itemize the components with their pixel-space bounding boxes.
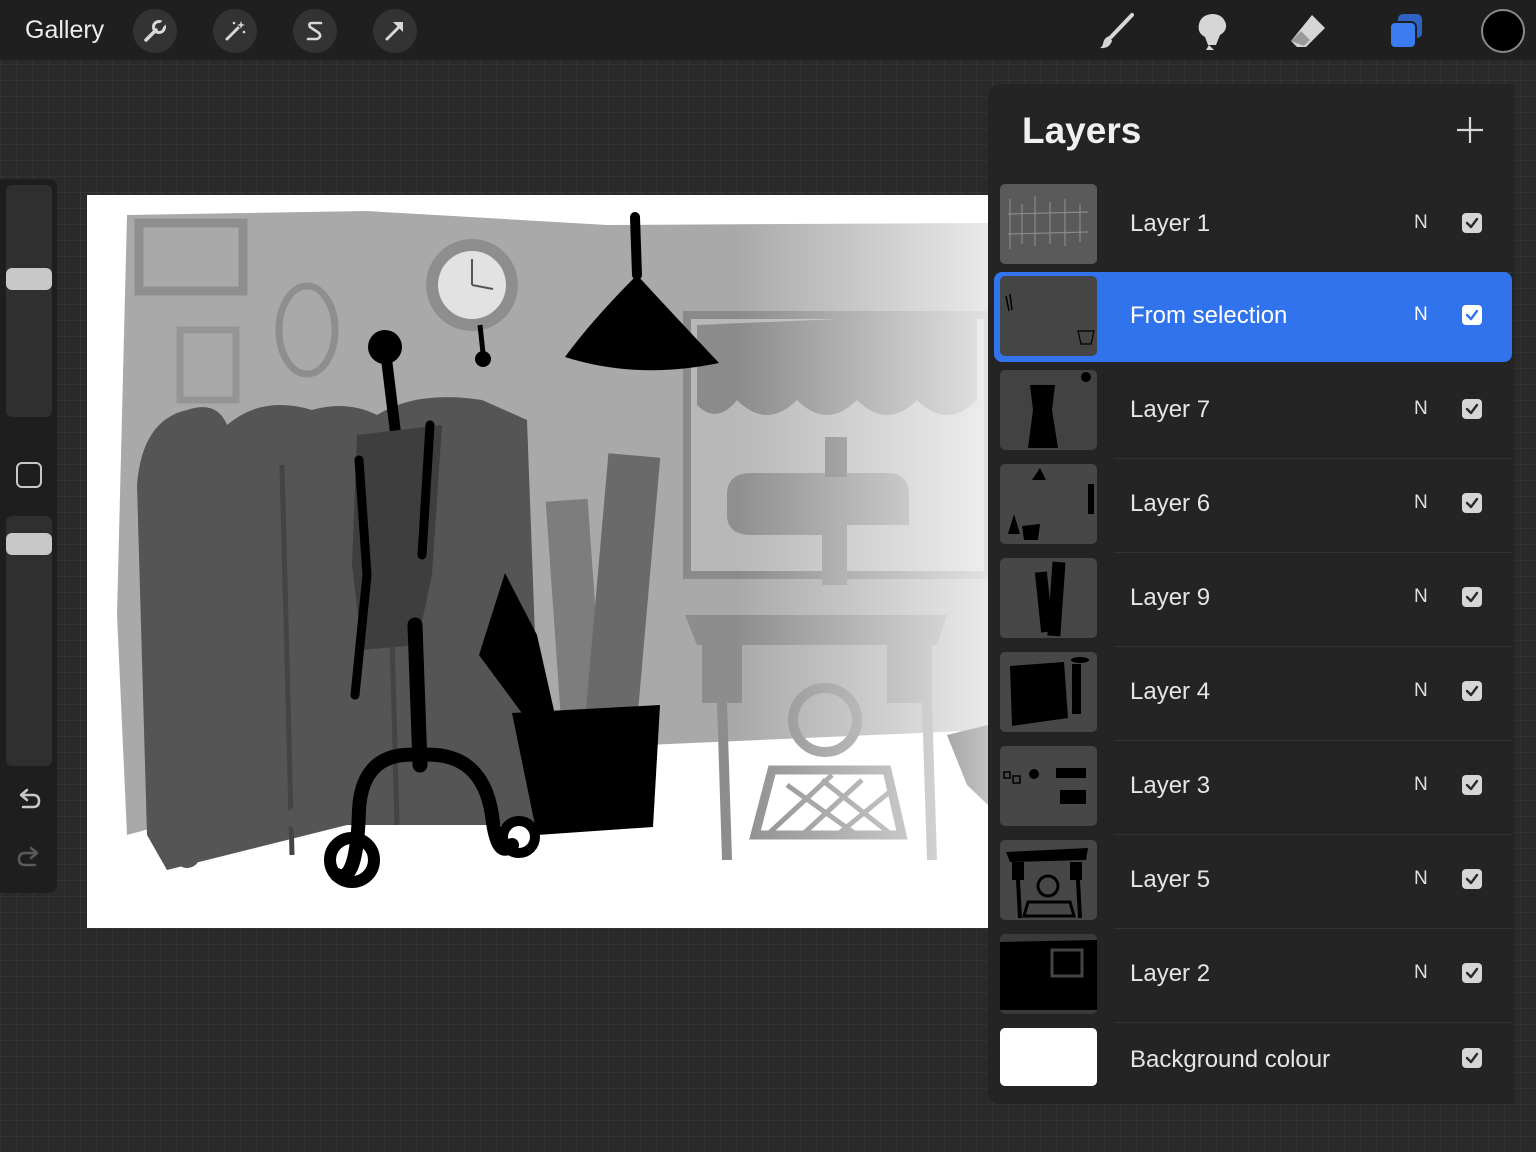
layer-name: Layer 7 (1130, 396, 1211, 423)
visibility-checkbox[interactable] (1462, 305, 1482, 325)
layer-name: Background colour (1130, 1046, 1331, 1073)
magic-wand-icon[interactable] (213, 9, 257, 53)
layer-thumbnail (1000, 746, 1097, 826)
left-sidebar (0, 179, 57, 893)
layer-name: Layer 6 (1130, 490, 1211, 517)
visibility-checkbox[interactable] (1462, 869, 1482, 889)
layer-row[interactable]: Layer 2 N (994, 930, 1512, 1023)
layer-thumbnail (1000, 934, 1097, 1014)
blend-mode[interactable]: N (1414, 868, 1428, 890)
layer-row[interactable]: Layer 4 N (994, 648, 1512, 741)
visibility-checkbox[interactable] (1462, 213, 1482, 233)
wrench-icon[interactable] (133, 9, 177, 53)
blend-mode[interactable]: N (1414, 680, 1428, 702)
visibility-checkbox[interactable] (1462, 493, 1482, 513)
visibility-checkbox[interactable] (1462, 1048, 1482, 1068)
layer-row-selected[interactable]: From selection N (994, 272, 1512, 362)
checkmark-icon (1465, 403, 1479, 415)
selection-s-icon[interactable] (293, 9, 337, 53)
layer-name: Layer 1 (1130, 210, 1211, 237)
layer-row[interactable]: Layer 7 N (994, 366, 1512, 459)
visibility-checkbox[interactable] (1462, 587, 1482, 607)
layer-thumbnail (1000, 558, 1097, 638)
blend-mode[interactable]: N (1414, 398, 1428, 420)
checkmark-icon (1465, 497, 1479, 509)
blend-mode[interactable]: N (1414, 586, 1428, 608)
layers-icon[interactable] (1383, 8, 1429, 54)
layer-row[interactable]: Layer 9 N (994, 554, 1512, 647)
layer-thumbnail (1000, 184, 1097, 264)
checkmark-icon (1465, 779, 1479, 791)
visibility-checkbox[interactable] (1462, 963, 1482, 983)
blend-mode[interactable]: N (1414, 212, 1428, 234)
layer-name: Layer 9 (1130, 584, 1211, 611)
layer-name: Layer 5 (1130, 866, 1211, 893)
checkmark-icon (1465, 309, 1479, 321)
panel-title: Layers (1022, 110, 1142, 151)
redo-icon[interactable] (15, 844, 43, 872)
top-toolbar: Gallery (0, 0, 1536, 60)
checkmark-icon (1465, 967, 1479, 979)
layer-name: Layer 3 (1130, 772, 1211, 799)
brush-size-thumb[interactable] (6, 268, 52, 290)
layer-thumbnail (1000, 840, 1097, 920)
color-swatch[interactable] (1481, 9, 1525, 53)
blend-mode[interactable]: N (1414, 304, 1428, 326)
smudge-icon[interactable] (1189, 8, 1235, 54)
layer-thumbnail (1000, 652, 1097, 732)
layers-panel: Layers Layer 1 N From selection N Layer … (988, 84, 1514, 1104)
opacity-thumb[interactable] (6, 533, 52, 555)
blend-mode[interactable]: N (1414, 492, 1428, 514)
layer-thumbnail (1000, 370, 1097, 450)
layer-name: Layer 4 (1130, 678, 1211, 705)
eraser-icon[interactable] (1285, 8, 1331, 54)
gallery-button[interactable]: Gallery (25, 16, 104, 45)
layer-row[interactable]: Layer 1 N (994, 180, 1512, 273)
checkmark-icon (1465, 591, 1479, 603)
layer-thumbnail (1000, 464, 1097, 544)
artwork (87, 195, 988, 928)
checkmark-icon (1465, 1052, 1479, 1064)
layer-name: From selection (1130, 302, 1288, 329)
checkmark-icon (1465, 217, 1479, 229)
transform-arrow-icon[interactable] (373, 9, 417, 53)
blend-mode[interactable]: N (1414, 774, 1428, 796)
checkmark-icon (1465, 873, 1479, 885)
visibility-checkbox[interactable] (1462, 681, 1482, 701)
undo-icon[interactable] (15, 786, 43, 814)
layer-thumbnail (1000, 276, 1097, 356)
blend-mode[interactable]: N (1414, 962, 1428, 984)
background-colour-row[interactable]: Background colour (994, 1024, 1512, 1094)
modify-button[interactable] (16, 462, 42, 488)
visibility-checkbox[interactable] (1462, 399, 1482, 419)
layer-row[interactable]: Layer 3 N (994, 742, 1512, 835)
drawing-canvas[interactable] (87, 195, 988, 928)
plus-icon[interactable] (1454, 114, 1486, 146)
layer-row[interactable]: Layer 6 N (994, 460, 1512, 553)
brush-icon[interactable] (1094, 8, 1140, 54)
brush-size-slider[interactable] (6, 185, 52, 417)
background-colour-swatch[interactable] (1000, 1028, 1097, 1086)
layer-name: Layer 2 (1130, 960, 1211, 987)
visibility-checkbox[interactable] (1462, 775, 1482, 795)
checkmark-icon (1465, 685, 1479, 697)
layer-row[interactable]: Layer 5 N (994, 836, 1512, 929)
